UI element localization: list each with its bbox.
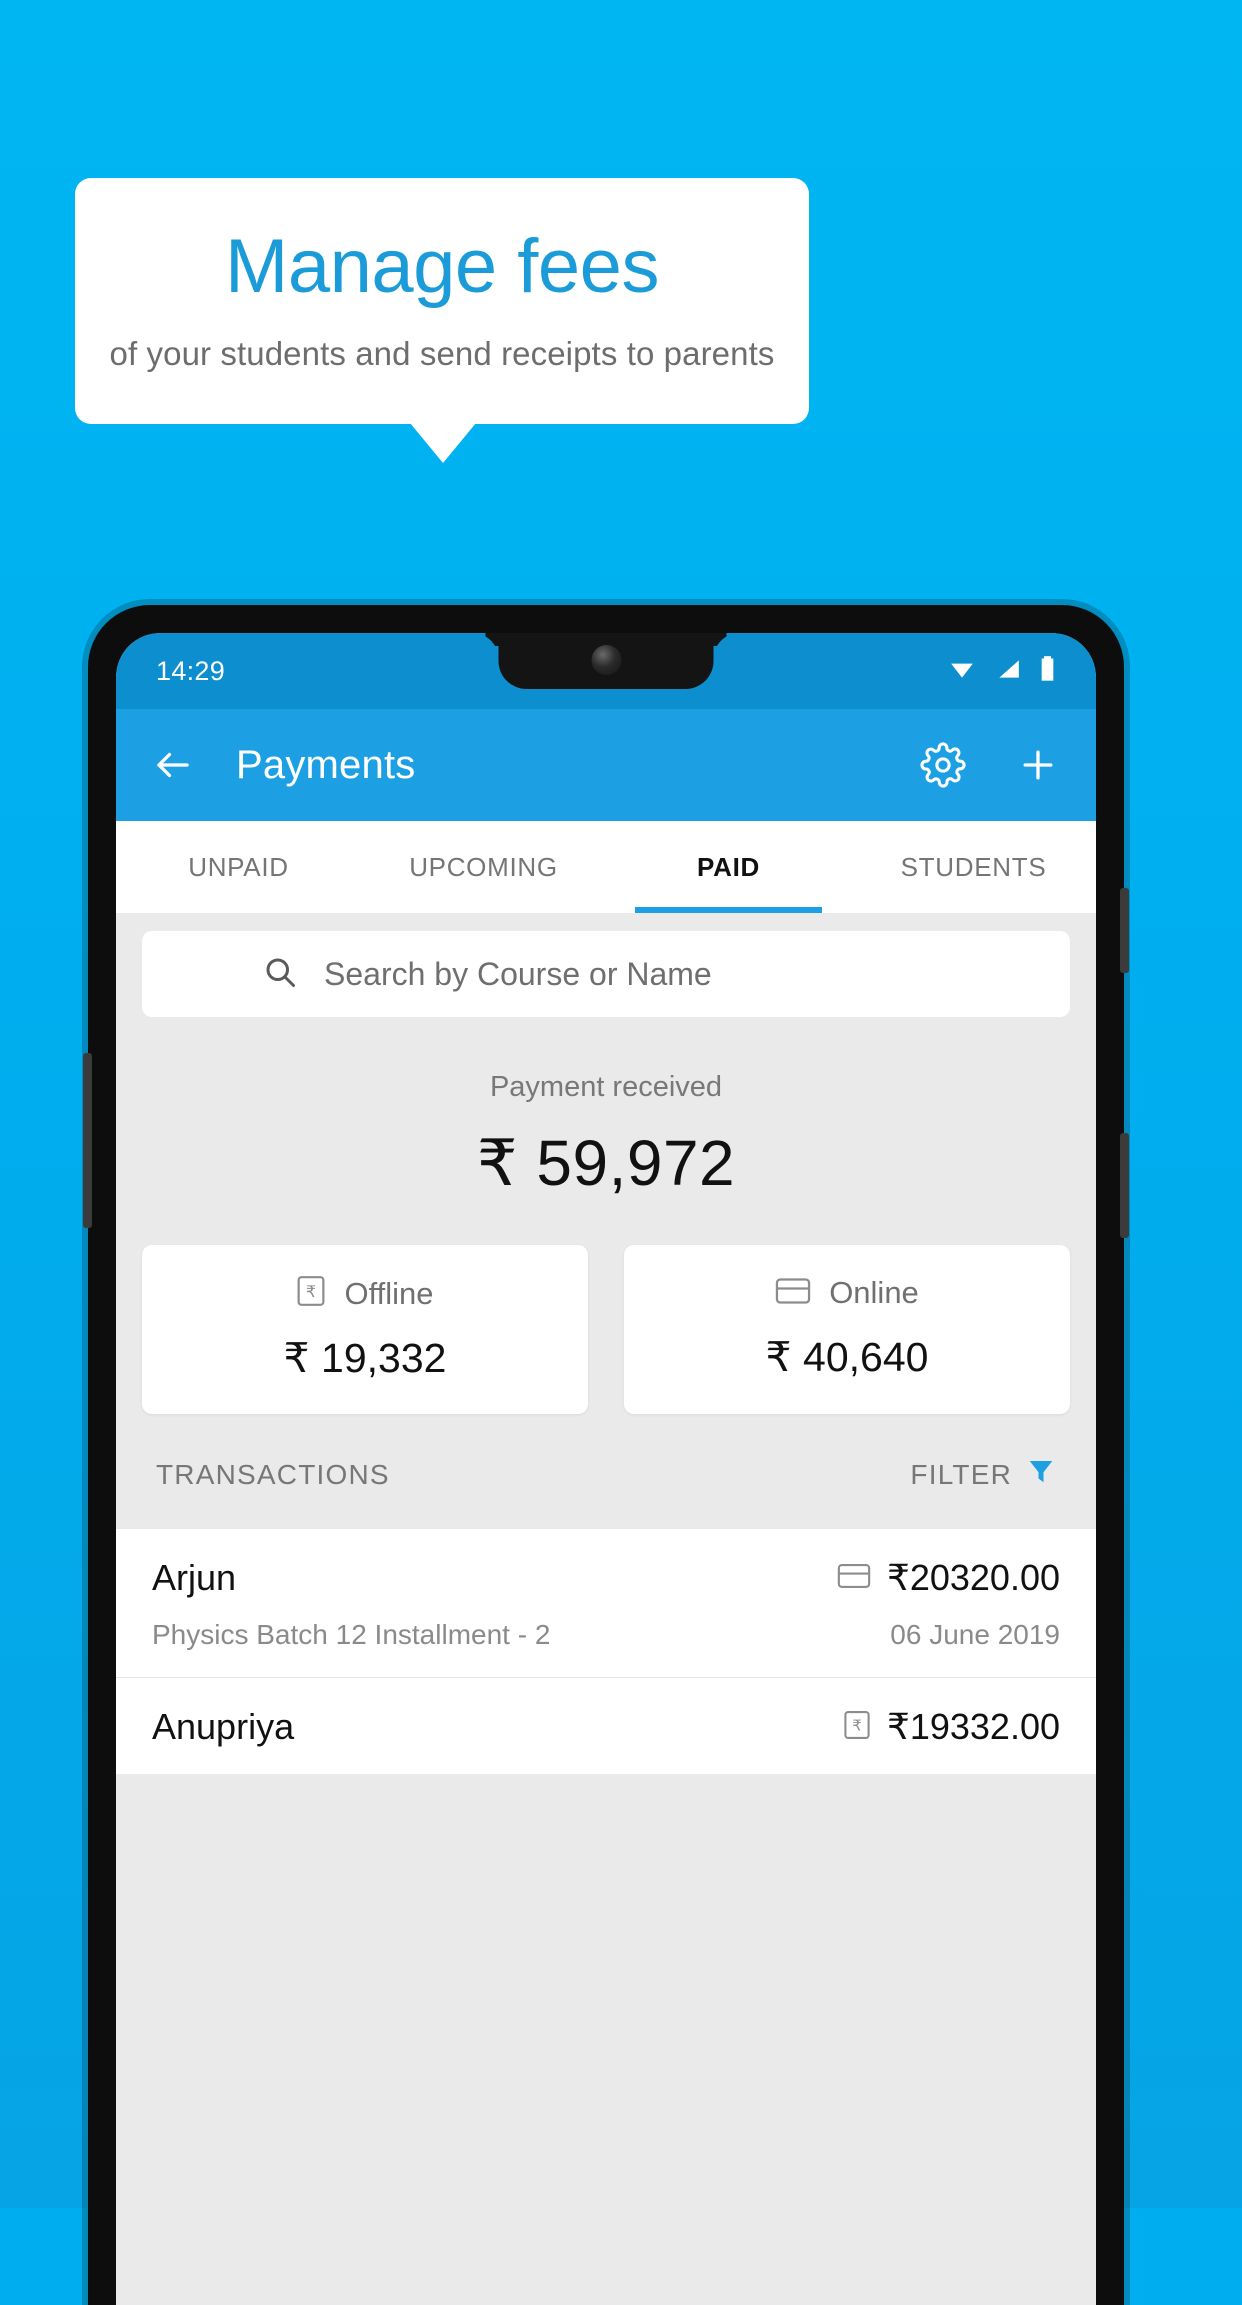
funnel-icon [1026,1456,1056,1493]
offline-card[interactable]: ₹ Offline ₹ 19,332 [142,1245,588,1414]
promo-title: Manage fees [225,224,659,309]
app-bar: Payments [116,709,1096,821]
tab-upcoming-label: UPCOMING [409,851,558,882]
transaction-description: Physics Batch 12 Installment - 2 [152,1619,551,1650]
offline-amount: ₹ 19,332 [283,1335,447,1381]
battery-icon [1039,655,1056,688]
power-button[interactable] [1120,1133,1129,1238]
transactions-list: Arjun ₹20320.00 Physics Batch 12 Install… [116,1529,1096,1774]
promo-subtitle: of your students and send receipts to pa… [109,335,775,372]
tab-upcoming[interactable]: UPCOMING [361,821,606,913]
svg-text:₹: ₹ [852,1717,862,1734]
transaction-secondary-line: Physics Batch 12 Installment - 2 06 June… [152,1619,1060,1651]
transaction-name: Anupriya [152,1706,295,1747]
tab-bar: UNPAID UPCOMING PAID STUDENTS [116,821,1096,913]
credit-card-icon [775,1276,811,1311]
front-camera [591,645,621,675]
transaction-date: 06 June 2019 [890,1619,1060,1650]
plus-icon[interactable] [1016,743,1060,787]
online-card[interactable]: Online ₹ 40,640 [624,1245,1070,1414]
app-bar-actions [920,742,1060,788]
phone-mockup: 14:29 Payments UNPAID UPCOMING PAID STUD… [83,605,1129,2305]
tab-paid-label: PAID [697,851,760,882]
power-button-upper[interactable] [1120,888,1129,973]
credit-card-icon [837,1562,871,1595]
gear-icon[interactable] [920,742,966,788]
tab-unpaid-label: UNPAID [188,851,289,882]
tab-students-label: STUDENTS [900,851,1047,882]
online-amount: ₹ 40,640 [765,1334,929,1380]
status-icons [947,655,1056,688]
offline-label: Offline [344,1275,434,1311]
transaction-amount: ₹19332.00 [886,1706,1060,1747]
transactions-title: TRANSACTIONS [156,1458,390,1490]
promo-card-tail [410,423,476,463]
payments-content: Search by Course or Name Payment receive… [116,913,1096,1774]
page-title: Payments [236,742,416,787]
phone-bezel: 14:29 Payments UNPAID UPCOMING PAID STUD… [116,633,1096,2305]
online-card-head: Online [624,1275,1070,1311]
payment-summary: Payment received ₹ 59,972 [116,1017,1096,1225]
table-row[interactable]: Arjun ₹20320.00 Physics Batch 12 Install… [116,1529,1096,1677]
payment-received-amount: ₹ 59,972 [476,1127,736,1199]
payment-methods: ₹ Offline ₹ 19,332 Online ₹ 40,640 [116,1225,1096,1414]
back-arrow-icon[interactable] [152,744,194,786]
status-time: 14:29 [156,655,226,686]
tab-paid[interactable]: PAID [606,821,851,913]
transaction-amount-group: ₹ ₹19332.00 [843,1706,1060,1748]
online-label: Online [829,1275,919,1310]
payment-received-label: Payment received [489,1071,723,1103]
rupee-note-icon: ₹ [843,1710,871,1745]
table-row[interactable]: Anupriya ₹ ₹19332.00 [116,1677,1096,1774]
tab-unpaid[interactable]: UNPAID [116,821,361,913]
transactions-header: TRANSACTIONS FILTER [116,1414,1096,1529]
filter-label: FILTER [910,1458,1012,1490]
search-input[interactable]: Search by Course or Name [142,931,1070,1017]
volume-button[interactable] [83,1053,92,1228]
transaction-amount: ₹20320.00 [886,1557,1060,1598]
transaction-primary-line: Anupriya ₹ ₹19332.00 [152,1706,1060,1748]
search-icon [262,954,298,995]
search-section: Search by Course or Name [116,913,1096,1017]
svg-text:₹: ₹ [306,1284,316,1301]
status-bar: 14:29 [116,633,1096,709]
transaction-amount-group: ₹20320.00 [837,1557,1060,1599]
rupee-note-icon: ₹ [296,1275,326,1312]
tab-students[interactable]: STUDENTS [851,821,1096,913]
transaction-primary-line: Arjun ₹20320.00 [152,1557,1060,1599]
wifi-icon [947,656,977,687]
phone-screen: 14:29 Payments UNPAID UPCOMING PAID STUD… [116,633,1096,2305]
signal-icon [994,656,1022,687]
filter-button[interactable]: FILTER [910,1456,1056,1493]
search-placeholder: Search by Course or Name [324,955,712,992]
transaction-name: Arjun [152,1557,237,1598]
phone-notch [498,633,714,689]
promo-card: Manage fees of your students and send re… [75,178,809,424]
offline-card-head: ₹ Offline [142,1275,588,1312]
